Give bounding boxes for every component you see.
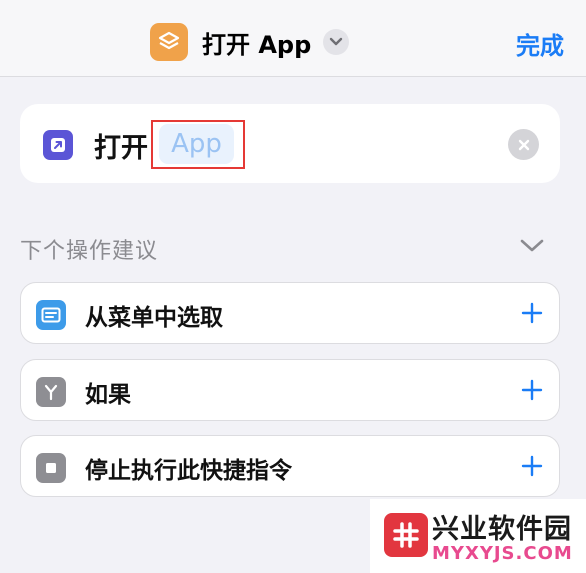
watermark-title: 兴业软件园 xyxy=(432,514,572,545)
hash-logo-icon xyxy=(384,513,428,557)
branch-icon xyxy=(36,377,66,407)
done-button[interactable]: 完成 xyxy=(516,26,564,61)
suggestion-label: 如果 xyxy=(85,382,131,408)
suggestion-stop-shortcut[interactable]: 停止执行此快捷指令 xyxy=(20,435,560,497)
suggestion-label: 从菜单中选取 xyxy=(85,305,223,331)
open-app-action-card: 打开 xyxy=(20,104,560,183)
suggestion-choose-from-menu[interactable]: 从菜单中选取 xyxy=(20,282,560,344)
watermark: 兴业软件园 MYXYJS.COM xyxy=(370,499,586,573)
suggestions-header: 下个操作建议 xyxy=(20,239,159,264)
plus-icon[interactable] xyxy=(521,302,543,328)
title-group[interactable]: 打开 App xyxy=(150,22,350,62)
stop-icon xyxy=(36,453,66,483)
page-title: 打开 App xyxy=(202,30,312,59)
highlight-annotation xyxy=(151,120,245,169)
menu-icon xyxy=(36,300,66,330)
plus-icon[interactable] xyxy=(521,455,543,481)
suggestion-label: 停止执行此快捷指令 xyxy=(85,458,292,484)
clear-icon[interactable] xyxy=(508,129,539,160)
suggestion-if[interactable]: 如果 xyxy=(20,359,560,421)
watermark-url: MYXYJS.COM xyxy=(432,543,573,564)
navigation-bar: 打开 App 完成 xyxy=(0,0,586,77)
chevron-down-icon[interactable] xyxy=(323,29,350,55)
shortcuts-icon xyxy=(150,23,188,61)
plus-icon[interactable] xyxy=(521,379,543,405)
open-app-icon xyxy=(43,130,73,160)
action-verb: 打开 xyxy=(94,133,148,164)
chevron-down-icon[interactable] xyxy=(519,238,545,258)
